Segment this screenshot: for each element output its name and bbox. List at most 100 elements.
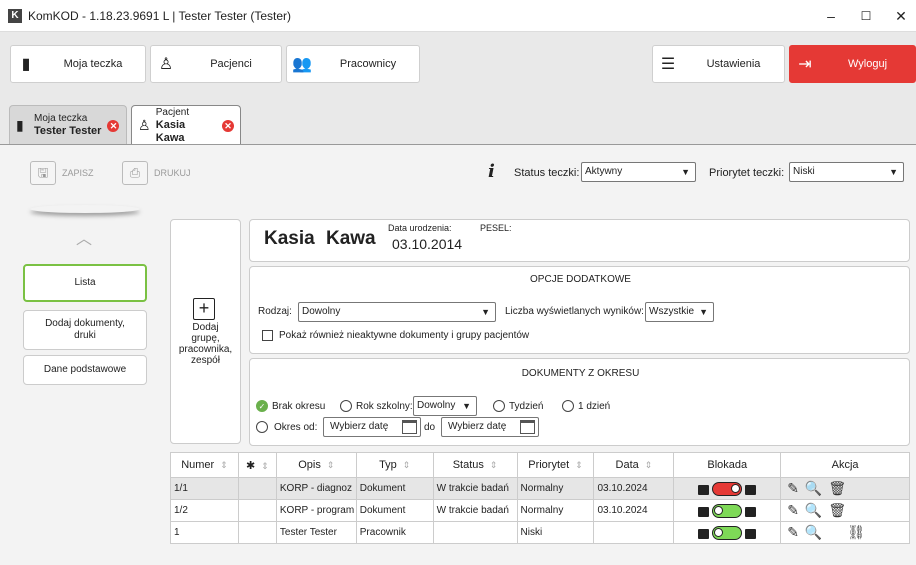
inactive-checkbox[interactable] [262, 330, 273, 341]
add-group-button[interactable]: + Dodaj grupę, pracownika, zespół [170, 219, 241, 444]
logout-label: Wyloguj [847, 58, 888, 70]
sidebar-item-dodaj-dokumenty[interactable]: Dodaj dokumenty, druki [23, 310, 147, 350]
search-icon[interactable]: 🔍 [805, 502, 822, 518]
unlock-icon [698, 528, 710, 539]
trash-icon[interactable]: 🗑 [828, 480, 846, 496]
sort-icon: ⇕ [644, 460, 653, 470]
sort-icon: ⇕ [489, 460, 498, 470]
chevron-up-icon[interactable]: ︿ [76, 225, 92, 249]
rok-szkolny-radio[interactable] [340, 400, 352, 412]
patient-last-name: Kawa [325, 228, 376, 249]
pacjenci-button[interactable]: ♙ Pacjenci [150, 45, 282, 83]
sidebar-item-dane-podstawowe[interactable]: Dane podstawowe [23, 355, 147, 385]
calendar-icon [520, 420, 535, 434]
do-label: do [424, 422, 436, 433]
tab-line2: Kasia Kawa [155, 118, 186, 144]
tab-pacjent[interactable]: ♙ Pacjent Kasia Kawa ✕ [131, 105, 241, 145]
save-icon: 🖫 [30, 161, 56, 185]
folder-icon: ▮ [16, 117, 24, 133]
close-button[interactable]: ✕ [886, 4, 916, 28]
cell-data: 03.10.2024 [593, 499, 675, 522]
minimize-button[interactable]: – [816, 4, 846, 28]
okres-od-radio[interactable] [256, 421, 268, 433]
liczba-select[interactable]: Wszystkie ▼ [645, 302, 714, 322]
unlink-icon[interactable]: ⛓ [847, 524, 865, 540]
brak-okresu-radio[interactable]: ✓ [256, 400, 268, 412]
dob-value: 03.10.2014 [392, 236, 463, 252]
tab-line1: Moja teczka [34, 113, 88, 124]
patient-first-name: Kasia [264, 228, 315, 249]
status-select[interactable]: Aktywny ▼ [581, 162, 696, 182]
tab-moja-teczka[interactable]: ▮ Moja teczka Tester Tester ✕ [9, 105, 127, 145]
col-opis[interactable]: Opis ⇕ [275, 452, 357, 478]
moja-teczka-button[interactable]: ▮ Moja teczka [10, 45, 146, 83]
title-bar: K KomKOD - 1.18.23.9691 L | Tester Teste… [0, 0, 916, 32]
date-to-label: Wybierz datę [448, 421, 507, 432]
pracownicy-label: Pracownicy [339, 58, 397, 70]
tydzien-label: Tydzień [509, 401, 544, 412]
info-icon[interactable]: i [488, 161, 495, 182]
rok-szkolny-select[interactable]: Dowolny ▼ [413, 396, 477, 416]
cell-pin [237, 499, 277, 522]
edit-icon[interactable]: ✎ [787, 502, 799, 518]
chevron-down-icon: ▼ [462, 401, 471, 411]
tydzien-radio[interactable] [493, 400, 505, 412]
trash-icon[interactable]: 🗑 [828, 502, 846, 518]
status-label: Status teczki: [514, 167, 580, 179]
sort-icon: ⇕ [402, 460, 411, 470]
tab-line2: Tester Tester [34, 125, 102, 137]
app-logo-icon: K [8, 9, 22, 23]
edit-icon[interactable]: ✎ [787, 524, 799, 540]
table-row[interactable]: 1/2 KORP - program Dokument W trakcie ba… [170, 499, 910, 522]
col-numer[interactable]: Numer ⇕ [170, 452, 239, 478]
ustawienia-label: Ustawienia [706, 58, 761, 70]
col-data[interactable]: Data ⇕ [593, 452, 675, 478]
col-typ[interactable]: Typ ⇕ [355, 452, 434, 478]
priority-select[interactable]: Niski ▼ [789, 162, 904, 182]
sidebar-scroll-shadow [30, 205, 140, 213]
table-row[interactable]: 1 Tester Tester Pracownik Niski ✎ 🔍 ⛓ [170, 521, 910, 544]
col-blokada: Blokada [673, 452, 782, 478]
period-title: DOKUMENTY Z OKRESU [521, 368, 640, 379]
pracownicy-button[interactable]: 👥 Pracownicy [286, 45, 420, 83]
lock-toggle[interactable] [712, 503, 743, 518]
date-from-label: Wybierz datę [330, 421, 389, 432]
maximize-button[interactable]: ☐ [851, 4, 881, 28]
save-button[interactable]: 🖫 ZAPISZ [30, 160, 94, 186]
print-icon: ⎙ [122, 161, 148, 185]
print-button[interactable]: ⎙ DRUKUJ [122, 160, 191, 186]
lock-toggle[interactable] [712, 525, 743, 540]
window-title: KomKOD - 1.18.23.9691 L | Tester Tester … [28, 9, 292, 23]
rodzaj-value: Dowolny [302, 306, 341, 317]
ustawienia-button[interactable]: ☰ Ustawienia [652, 45, 785, 83]
dzien-radio[interactable] [562, 400, 574, 412]
col-label: Blokada [707, 459, 748, 471]
table-row[interactable]: 1/1 KORP - diagnoz Dokument W trakcie ba… [170, 477, 910, 500]
close-tab-icon[interactable]: ✕ [107, 119, 120, 132]
calendar-icon [402, 420, 417, 434]
close-tab-icon[interactable]: ✕ [222, 119, 234, 132]
brak-okresu-label: Brak okresu [272, 401, 326, 412]
cell-pin [237, 477, 277, 500]
edit-icon[interactable]: ✎ [787, 480, 799, 496]
tab-line1: Pacjent [155, 106, 190, 118]
rodzaj-select[interactable]: Dowolny ▼ [298, 302, 496, 322]
people-icon: 👥 [292, 56, 312, 73]
cell-typ: Pracownik [355, 521, 434, 544]
search-icon[interactable]: 🔍 [805, 524, 822, 540]
add-group-label: Dodaj grupę, pracownika, zespół [178, 322, 233, 366]
chevron-down-icon: ▼ [699, 307, 708, 317]
date-to-button[interactable]: Wybierz datę [441, 417, 539, 437]
search-icon[interactable]: 🔍 [805, 480, 822, 496]
date-from-button[interactable]: Wybierz datę [323, 417, 421, 437]
dob-label: Data urodzenia: [388, 223, 452, 233]
sidebar-item-lista[interactable]: Lista [23, 264, 147, 302]
lock-toggle[interactable] [712, 481, 743, 496]
col-priorytet[interactable]: Priorytet ⇕ [516, 452, 595, 478]
cell-data [593, 521, 675, 544]
logout-button[interactable]: ⇥ Wyloguj [789, 45, 916, 83]
options-title: OPCJE DODATKOWE [530, 274, 631, 285]
moja-teczka-label: Moja teczka [63, 58, 123, 70]
col-status[interactable]: Status ⇕ [432, 452, 518, 478]
col-pin[interactable]: ✱ ⇕ [237, 452, 277, 478]
